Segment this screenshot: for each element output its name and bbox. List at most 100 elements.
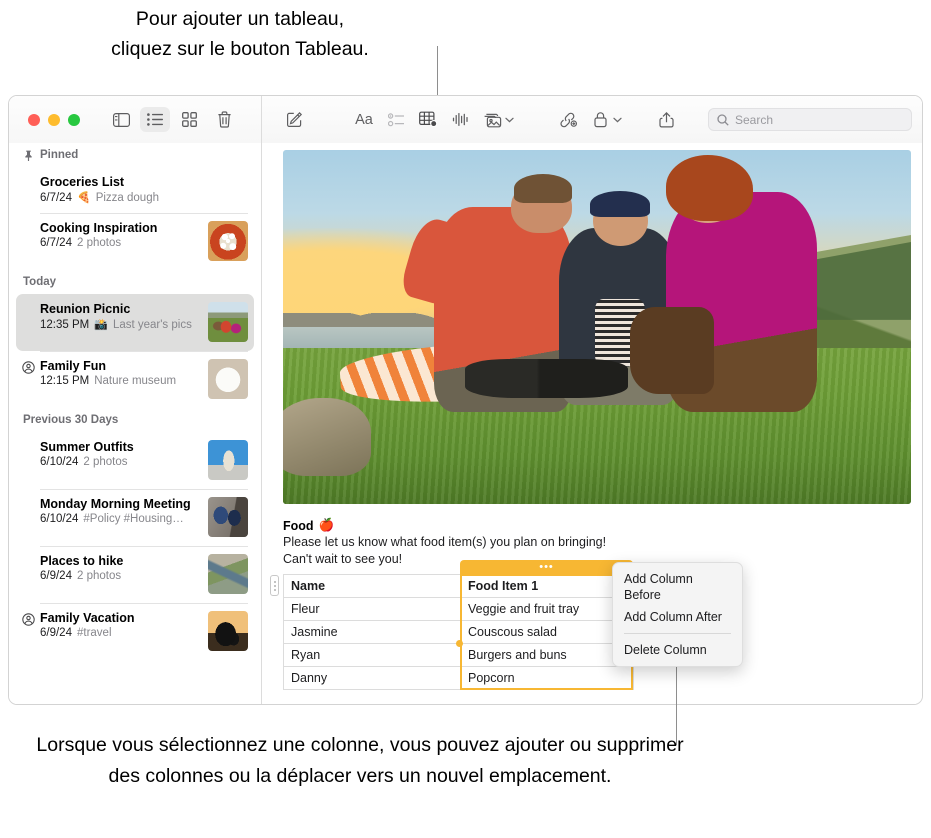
- note-thumbnail: [208, 497, 248, 537]
- note-date: 6/7/24: [40, 192, 72, 204]
- row-handle[interactable]: [270, 575, 279, 596]
- compose-note-icon[interactable]: [278, 107, 310, 133]
- context-menu-separator: [624, 633, 731, 634]
- note-title: Groceries List: [40, 175, 248, 189]
- sidebar-toggle-icon[interactable]: [106, 107, 136, 132]
- note-subtitle: Nature museum: [94, 375, 176, 387]
- table-row[interactable]: DannyPopcorn: [284, 667, 634, 690]
- note-subtitle: 2 photos: [83, 456, 127, 468]
- list-item[interactable]: Groceries List6/7/24🍕Pizza dough: [16, 167, 254, 213]
- note-date: 12:15 PM: [40, 375, 89, 387]
- context-menu-item[interactable]: Add Column After: [613, 606, 742, 628]
- table-cell[interactable]: Couscous salad: [461, 621, 634, 644]
- insert-table-icon[interactable]: [412, 107, 444, 133]
- checklist-icon[interactable]: [380, 107, 412, 133]
- delete-note-icon[interactable]: [209, 107, 239, 132]
- table-cell[interactable]: Ryan: [284, 644, 461, 667]
- table-cell[interactable]: Fleur: [284, 598, 461, 621]
- sidebar-toolbar: [9, 96, 261, 143]
- note-subtitle: #travel: [77, 627, 112, 639]
- note-paragraph-line1: Please let us know what food item(s) you…: [283, 534, 910, 550]
- column-context-menu[interactable]: Add Column BeforeAdd Column After Delete …: [612, 562, 743, 667]
- main-toolbar: Aa: [262, 96, 922, 143]
- note-subtitle: #Policy #Housing…: [83, 513, 183, 525]
- note-table[interactable]: NameFood Item 1 FleurVeggie and fruit tr…: [283, 574, 634, 690]
- note-thumbnail: [208, 440, 248, 480]
- bottom-callout: Lorsque vous sélectionnez une colonne, v…: [30, 730, 690, 792]
- note-date: 12:35 PM: [40, 319, 89, 331]
- note-thumbnail: [208, 359, 248, 399]
- main-pane: Aa: [262, 96, 922, 704]
- shared-account-icon: [22, 361, 35, 374]
- shared-account-icon: [22, 613, 35, 626]
- list-item[interactable]: Monday Morning Meeting 6/10/24 #Policy #Ho…: [16, 489, 254, 546]
- table-cell[interactable]: Jasmine: [284, 621, 461, 644]
- note-date: 6/9/24: [40, 570, 72, 582]
- context-menu-item[interactable]: Delete Column: [613, 639, 742, 661]
- note-title: Reunion Picnic: [40, 302, 200, 316]
- list-item[interactable]: Family Fun 12:15 PM Nature museum: [16, 351, 254, 408]
- list-view-icon[interactable]: [140, 107, 170, 132]
- list-item[interactable]: Cooking Inspiration6/7/242 photos: [16, 213, 254, 270]
- note-thumbnail: [208, 554, 248, 594]
- note-thumbnail: [208, 302, 248, 342]
- note-emoji-icon: 📸: [94, 318, 108, 331]
- top-callout-line2: cliquez sur le bouton Tableau.: [0, 34, 480, 64]
- note-title: Monday Morning Meeting: [40, 497, 200, 511]
- note-date: 6/7/24: [40, 237, 72, 249]
- note-subtitle: 2 photos: [77, 570, 121, 582]
- zoom-button[interactable]: [68, 114, 80, 126]
- sidebar-section-header: Today: [9, 270, 261, 294]
- sidebar-section-title: Pinned: [40, 149, 78, 161]
- note-title: Summer Outfits: [40, 440, 200, 454]
- search-input[interactable]: Search: [708, 108, 912, 131]
- minimize-button[interactable]: [48, 114, 60, 126]
- table-header-row: NameFood Item 1: [284, 575, 634, 598]
- lock-note-icon[interactable]: [584, 107, 616, 133]
- column-handle[interactable]: •••: [460, 560, 633, 575]
- context-menu-item[interactable]: Add Column Before: [613, 568, 742, 606]
- table-cell[interactable]: Veggie and fruit tray: [461, 598, 634, 621]
- table-cell[interactable]: Popcorn: [461, 667, 634, 690]
- notes-window: PinnedGroceries List6/7/24🍕Pizza doughCo…: [8, 95, 923, 705]
- apple-emoji-icon: 🍎: [319, 518, 335, 533]
- search-placeholder: Search: [735, 113, 773, 127]
- insert-media-icon[interactable]: [476, 107, 508, 133]
- note-thumbnail: [208, 221, 248, 261]
- cell-selection-dot: [456, 640, 463, 647]
- sidebar-section-header: Pinned: [9, 143, 261, 167]
- table-row[interactable]: FleurVeggie and fruit tray: [284, 598, 634, 621]
- list-item[interactable]: Places to hike 6/9/24 2 photos: [16, 546, 254, 603]
- format-text-icon[interactable]: Aa: [348, 107, 380, 133]
- add-link-icon[interactable]: [552, 107, 584, 133]
- note-title: Cooking Inspiration: [40, 221, 200, 235]
- note-date: 6/10/24: [40, 456, 78, 468]
- note-table-wrapper[interactable]: ••• NameFood Item 1 FleurVeggie and frui…: [283, 574, 633, 690]
- search-icon: [717, 114, 729, 126]
- note-photo[interactable]: [283, 150, 911, 504]
- sidebar: PinnedGroceries List6/7/24🍕Pizza doughCo…: [9, 96, 262, 704]
- table-column-header[interactable]: Food Item 1: [461, 575, 634, 598]
- note-title: Places to hike: [40, 554, 200, 568]
- audio-recording-icon[interactable]: [444, 107, 476, 133]
- list-item[interactable]: Family Vacation6/9/24#travel: [16, 603, 254, 660]
- note-title: Family Fun: [40, 359, 200, 373]
- note-content[interactable]: Food 🍎 Please let us know what food item…: [262, 143, 922, 704]
- table-cell[interactable]: Burgers and buns: [461, 644, 634, 667]
- close-button[interactable]: [28, 114, 40, 126]
- list-item[interactable]: Reunion Picnic12:35 PM📸Last year's pics: [16, 294, 254, 351]
- note-thumbnail: [208, 611, 248, 651]
- note-title: Family Vacation: [40, 611, 200, 625]
- sidebar-section-title: Today: [23, 276, 56, 288]
- media-chevron-down-icon[interactable]: [505, 117, 514, 123]
- lock-chevron-down-icon[interactable]: [613, 117, 622, 123]
- window-controls[interactable]: [28, 114, 80, 126]
- pin-icon: [23, 150, 34, 161]
- list-item[interactable]: Summer Outfits 6/10/24 2 photos: [16, 432, 254, 489]
- table-column-header[interactable]: Name: [284, 575, 461, 598]
- table-cell[interactable]: Danny: [284, 667, 461, 690]
- note-date: 6/10/24: [40, 513, 78, 525]
- share-icon[interactable]: [650, 107, 682, 133]
- notes-list[interactable]: PinnedGroceries List6/7/24🍕Pizza doughCo…: [9, 143, 261, 704]
- gallery-view-icon[interactable]: [174, 107, 204, 132]
